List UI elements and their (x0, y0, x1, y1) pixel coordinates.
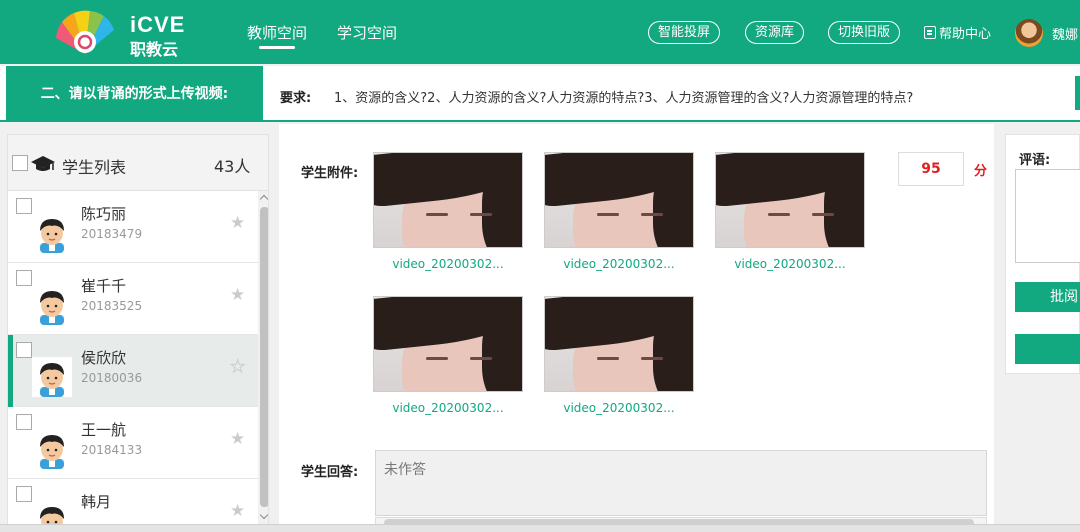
video-thumbnail[interactable] (715, 152, 865, 248)
graduation-cap-icon (31, 156, 55, 171)
student-id: 20183479 (81, 227, 143, 241)
select-all-checkbox[interactable] (12, 155, 28, 171)
help-center-link[interactable]: 帮助中心 (924, 23, 991, 42)
resource-library-button[interactable]: 资源库 (745, 21, 805, 44)
student-list-panel: 学生列表 43人 陈巧丽 20183479 ★ 崔千千 20183525 ★ 侯… (7, 134, 269, 532)
student-checkbox[interactable] (16, 486, 32, 502)
requirement-text: 1、资源的含义?2、人力资源的含义?人力资源的特点?3、人力资源管理的含义?人力… (334, 91, 914, 106)
nav-teacher-space[interactable]: 教师空间 (247, 22, 307, 43)
student-checkbox[interactable] (16, 342, 32, 358)
video-link[interactable]: video_20200302... (373, 257, 523, 271)
video-link[interactable]: video_20200302... (373, 401, 523, 415)
video-thumbnail[interactable] (544, 152, 694, 248)
brand-logo[interactable]: iCVE 职教云 (52, 8, 192, 59)
comment-textarea[interactable] (1015, 169, 1080, 263)
user-avatar[interactable] (1015, 19, 1043, 47)
help-doc-icon (924, 26, 936, 39)
student-list-header: 学生列表 43人 (8, 135, 268, 191)
video-thumbnail[interactable] (373, 296, 523, 392)
star-icon[interactable]: ★ (230, 501, 245, 521)
nav-learning-space[interactable]: 学习空间 (337, 22, 397, 43)
switch-old-version-button[interactable]: 切换旧版 (828, 21, 901, 44)
student-avatar-icon (40, 435, 64, 469)
student-checkbox[interactable] (16, 270, 32, 286)
student-name: 侯欣欣 (81, 349, 127, 367)
student-avatar-icon (32, 357, 72, 397)
student-item[interactable]: 陈巧丽 20183479 ★ (8, 191, 258, 263)
student-avatar-icon (40, 291, 64, 325)
requirement-edge-button[interactable] (1075, 76, 1080, 110)
student-answer-box[interactable]: 未作答 (375, 450, 987, 516)
video-link[interactable]: video_20200302... (715, 257, 865, 271)
student-list-title: 学生列表 (62, 158, 127, 177)
student-item-selected[interactable]: 侯欣欣 20180036 ★ (8, 335, 258, 407)
brand-name-cn: 职教云 (130, 40, 179, 59)
requirement-label: 要求: (280, 91, 312, 106)
star-icon[interactable]: ★ (229, 357, 245, 378)
answer-label: 学生回答: (301, 465, 359, 480)
student-item[interactable]: 王一航 20184133 ★ (8, 407, 258, 479)
top-nav-bar: iCVE 职教云 教师空间 学习空间 智能投屏 资源库 切换旧版 帮助中心 魏娜 (0, 0, 1080, 64)
smart-cast-button[interactable]: 智能投屏 (648, 21, 721, 44)
video-thumbnail[interactable] (373, 152, 523, 248)
student-name: 陈巧丽 (81, 205, 127, 223)
student-name: 韩月 (81, 493, 112, 511)
submission-panel: 学生附件: video_20200302... video_20200302..… (279, 124, 994, 532)
brand-name-en: iCVE (130, 12, 186, 37)
student-id: 20184133 (81, 443, 143, 457)
star-icon[interactable]: ★ (230, 213, 245, 233)
student-count: 43人 (214, 157, 251, 176)
video-link[interactable]: video_20200302... (544, 401, 694, 415)
comment-panel: 评语: 批阅 (1005, 134, 1080, 374)
nav-active-indicator (259, 46, 295, 49)
student-name: 王一航 (81, 421, 127, 439)
requirement-bar: 二、请以背诵的形式上传视频: 要求: 1、资源的含义?2、人力资源的含义?人力资… (0, 66, 1080, 122)
attachments-label: 学生附件: (301, 166, 359, 181)
secondary-action-button[interactable] (1015, 334, 1080, 364)
student-id: 20180036 (81, 371, 143, 385)
student-item[interactable]: 崔千千 20183525 ★ (8, 263, 258, 335)
user-name[interactable]: 魏娜 (1052, 24, 1078, 43)
student-id: 20183525 (81, 299, 143, 313)
star-icon[interactable]: ★ (230, 429, 245, 449)
student-name: 崔千千 (81, 277, 127, 295)
help-center-label: 帮助中心 (939, 27, 992, 42)
student-checkbox[interactable] (16, 198, 32, 214)
logo-fan-icon (56, 10, 114, 54)
score-input[interactable]: 95 (898, 152, 964, 186)
score-unit: 分 (974, 164, 988, 179)
comment-label: 评语: (1019, 153, 1051, 168)
bottom-scrollbar[interactable] (0, 524, 1080, 532)
review-button[interactable]: 批阅 (1015, 282, 1080, 312)
video-link[interactable]: video_20200302... (544, 257, 694, 271)
video-thumbnail[interactable] (544, 296, 694, 392)
star-icon[interactable]: ★ (230, 285, 245, 305)
student-list-scrollbar-thumb[interactable] (260, 207, 268, 507)
question-title: 二、请以背诵的形式上传视频: (6, 66, 263, 122)
student-avatar-icon (40, 219, 64, 253)
student-checkbox[interactable] (16, 414, 32, 430)
